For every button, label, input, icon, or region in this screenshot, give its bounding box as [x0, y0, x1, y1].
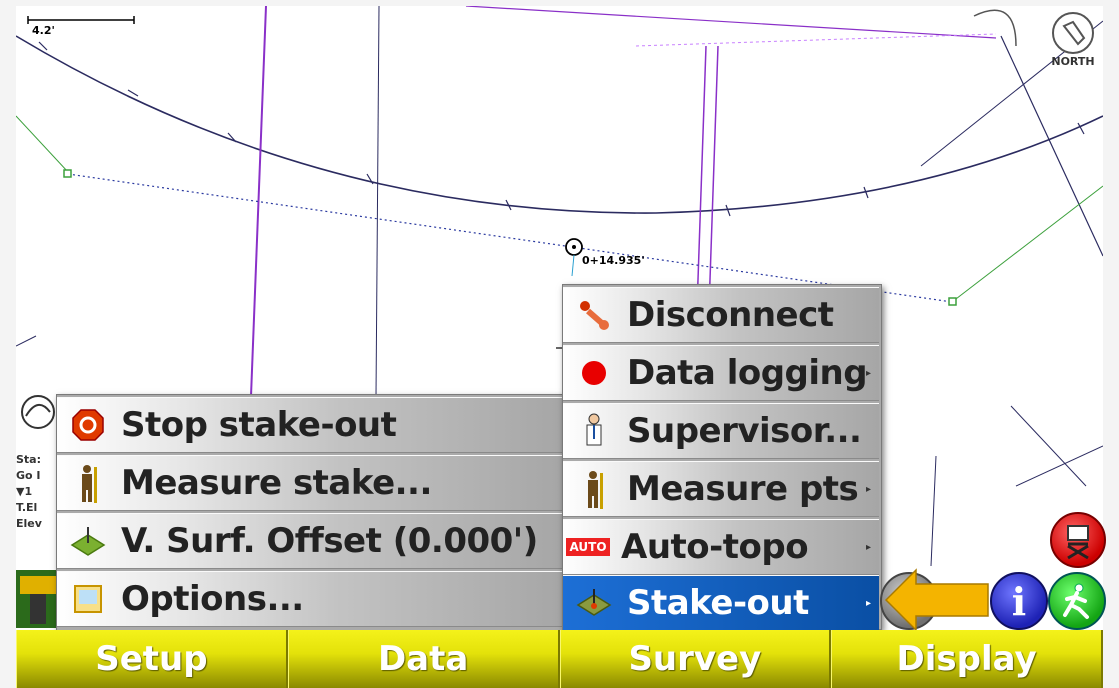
tab-label: Data: [377, 639, 469, 679]
highlight-arrow-icon: [884, 568, 989, 632]
status-go: Go I: [16, 469, 41, 482]
status-station: Sta:: [16, 453, 42, 466]
north-arrow-icon: [1052, 12, 1094, 54]
instrument-icon[interactable]: [16, 570, 60, 628]
stop-icon: [65, 402, 111, 448]
menu-item-label: Stop stake-out: [121, 405, 397, 445]
menu-item-stake-out[interactable]: Stake-out ▸: [563, 575, 879, 631]
status-readout: Sta: Go I ▼1 T.El Elev: [16, 452, 42, 532]
tab-label: Survey: [628, 639, 762, 679]
menu-item-label: Data logging: [627, 353, 868, 393]
menu-item-options[interactable]: Options...: [57, 571, 563, 627]
walker-icon: [1063, 583, 1089, 619]
menu-item-label: Supervisor...: [627, 411, 862, 451]
auto-badge: AUTO: [566, 538, 610, 556]
disconnect-icon: [571, 292, 617, 338]
menu-item-stop-stakeout[interactable]: Stop stake-out: [57, 397, 563, 453]
menu-item-label: Disconnect: [627, 295, 834, 335]
status-elev: Elev: [16, 517, 42, 530]
info-button[interactable]: i: [990, 572, 1048, 630]
stakeout-submenu: Stop stake-out Measure stake... V. Surf.…: [56, 394, 566, 632]
menu-item-label: Stake-out: [627, 583, 809, 623]
tab-label: Display: [896, 639, 1037, 679]
info-icon: i: [1011, 578, 1027, 624]
options-icon: [65, 576, 111, 622]
scale-label: 4.2': [32, 24, 55, 37]
tab-label: Setup: [95, 639, 208, 679]
menu-item-label: Measure pts: [627, 469, 859, 509]
supervisor-icon: [571, 408, 617, 454]
menu-item-measure-pts[interactable]: Measure pts ▸: [563, 461, 879, 517]
menu-item-label: Auto-topo: [621, 527, 809, 567]
station-label: 0+14.935': [582, 254, 645, 267]
status-cut: ▼1: [16, 485, 33, 498]
surveyor-icon: [65, 460, 111, 506]
tab-display[interactable]: Display: [831, 630, 1103, 688]
surface-icon: [65, 518, 111, 564]
tab-survey[interactable]: Survey: [559, 630, 832, 688]
status-target-elev: T.El: [16, 501, 38, 514]
menu-item-supervisor[interactable]: Supervisor...: [563, 403, 879, 459]
walk-mode-button[interactable]: [1048, 572, 1106, 630]
north-indicator[interactable]: NORTH: [1045, 12, 1101, 68]
tab-data[interactable]: Data: [287, 630, 560, 688]
gps-status-icon[interactable]: [18, 392, 58, 432]
stop-recording-button[interactable]: [1050, 512, 1106, 568]
menu-item-label: Options...: [121, 579, 304, 619]
submenu-arrow-icon: ▸: [865, 368, 871, 379]
survey-menu: Disconnect Data logging ▸ Supervisor... …: [562, 284, 882, 631]
menu-item-label: Measure stake...: [121, 463, 432, 503]
menu-item-vsurf-offset[interactable]: V. Surf. Offset (0.000'): [57, 513, 563, 569]
stakeout-icon: [571, 580, 617, 626]
bottom-menu-bar: Setup Data Survey Display: [16, 630, 1103, 688]
tab-setup[interactable]: Setup: [16, 630, 288, 688]
submenu-arrow-icon: ▸: [865, 598, 871, 609]
record-icon: [571, 350, 617, 396]
menu-item-label: V. Surf. Offset (0.000'): [121, 521, 538, 561]
surveyor-icon: [571, 466, 617, 512]
menu-item-disconnect[interactable]: Disconnect: [563, 287, 879, 343]
menu-item-auto-topo[interactable]: AUTO Auto-topo ▸: [563, 519, 879, 575]
submenu-arrow-icon: ▸: [865, 542, 871, 553]
menu-item-measure-stake[interactable]: Measure stake...: [57, 455, 563, 511]
submenu-arrow-icon: ▸: [865, 484, 871, 495]
menu-item-data-logging[interactable]: Data logging ▸: [563, 345, 879, 401]
north-label: NORTH: [1051, 55, 1095, 68]
auto-icon: AUTO: [565, 524, 611, 570]
